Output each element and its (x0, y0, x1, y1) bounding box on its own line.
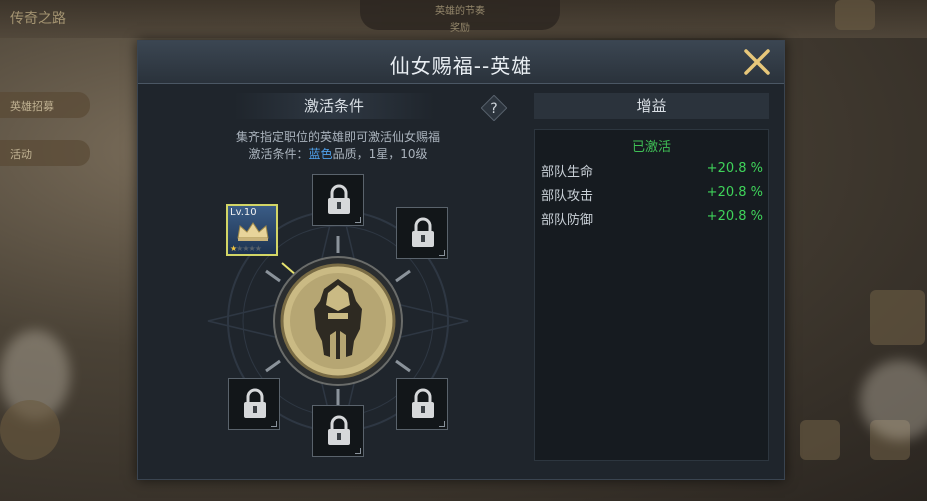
stat-value: +20.8 % (706, 185, 763, 200)
background-top-center: 英雄的节奏 奖励 (360, 0, 560, 34)
stat-name: 部队防御 (541, 213, 594, 228)
stat-name: 部队攻击 (541, 189, 594, 204)
stat-row: 部队攻击 +20.8 % (541, 185, 763, 205)
close-icon[interactable] (740, 45, 774, 79)
stat-value: +20.8 % (706, 209, 763, 224)
description-line-1: 集齐指定职位的英雄即可激活仙女赐福 (235, 130, 440, 144)
hero-slot-filled[interactable]: Lv.10 ★★★★★ (226, 204, 278, 256)
background-title: 传奇之路 (10, 11, 66, 27)
lock-icon (412, 388, 434, 418)
buff-stats-box: 已激活 部队生命 +20.8 % 部队攻击 +20.8 % 部队防御 +20.8… (534, 129, 769, 461)
hero-level: Lv.10 (230, 207, 257, 218)
background-blob (0, 400, 60, 460)
lock-icon (412, 217, 434, 247)
stat-row: 部队生命 +20.8 % (541, 161, 763, 181)
stat-value: +20.8 % (706, 161, 763, 176)
locked-slot-bottom[interactable] (312, 405, 364, 457)
background-right-icon (835, 0, 875, 30)
locked-slot-top[interactable] (312, 174, 364, 226)
description-line-2: 激活条件：蓝色品质，1星，10级 (248, 147, 428, 161)
activation-conditions-header: 激活条件 (234, 93, 434, 119)
background-right-icon (800, 420, 840, 460)
hero-slot-diagram: Lv.10 ★★★★★ (178, 171, 498, 471)
lock-icon (244, 388, 266, 418)
hero-stars: ★★★★★ (230, 244, 262, 253)
background-left-button-1: 英雄招募 (0, 92, 90, 118)
dialog-title: 仙女赐福--英雄 (389, 54, 533, 78)
locked-slot-bottom-right[interactable] (396, 378, 448, 430)
stat-name: 部队生命 (541, 165, 594, 180)
dialog-titlebar: 仙女赐福--英雄 (138, 41, 784, 84)
fairy-blessing-dialog: 仙女赐福--英雄 激活条件 ? 增益 集齐指定职位的英雄即可激活仙女赐福 激活条… (137, 40, 785, 480)
locked-slot-top-right[interactable] (396, 207, 448, 259)
locked-slot-bottom-left[interactable] (228, 378, 280, 430)
lock-icon (328, 184, 350, 214)
activated-status: 已激活 (631, 140, 671, 155)
crown-icon (237, 222, 269, 241)
help-icon[interactable]: ? (481, 95, 507, 121)
svg-text:?: ? (490, 101, 497, 117)
lock-icon (328, 415, 350, 445)
stat-row: 部队防御 +20.8 % (541, 209, 763, 229)
background-right-icon (870, 290, 925, 345)
buff-header: 增益 (534, 93, 769, 119)
background-left-button-2: 活动 (0, 140, 90, 166)
quality-label: 蓝色 (308, 147, 333, 161)
